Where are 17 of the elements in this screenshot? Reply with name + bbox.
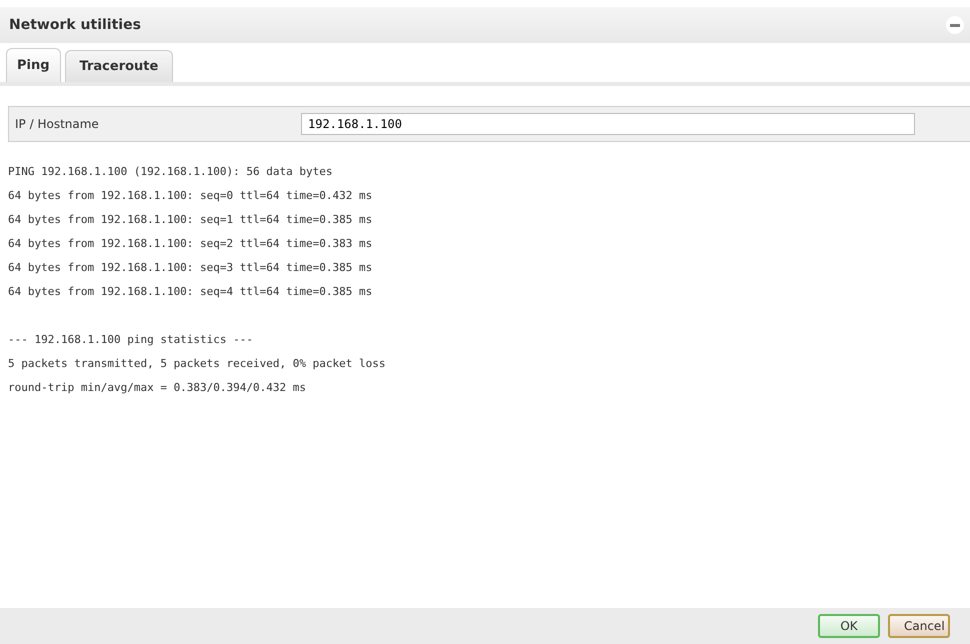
output-line: 64 bytes from 192.168.1.100: seq=0 ttl=64 time=0.432 ms <box>8 188 374 204</box>
output-line: 64 bytes from 192.168.1.100: seq=3 ttl=64 time=0.385 ms <box>8 260 374 276</box>
output-line: 64 bytes from 192.168.1.100: seq=2 ttl=64 time=0.383 ms <box>8 236 374 252</box>
tab[interactable]: Traceroute <box>64 50 174 82</box>
tab[interactable]: Ping <box>6 48 61 82</box>
ok-button[interactable]: OK <box>818 614 880 638</box>
output-line: --- 192.168.1.100 ping statistics --- <box>8 332 254 348</box>
window-title: Network utilities <box>9 17 142 33</box>
cancel-button[interactable]: Cancel <box>888 614 950 638</box>
output-line: PING 192.168.1.100 (192.168.1.100): 56 data bytes <box>8 164 334 180</box>
hostname-field[interactable]: 192.168.1.100 <box>301 113 915 135</box>
output-line: round-trip min/avg/max = 0.383/0.394/0.432 ms <box>8 380 308 396</box>
output-line: 5 packets transmitted, 5 packets received, 0% packet loss <box>8 356 386 372</box>
field-label: IP / Hostname <box>15 117 100 131</box>
minimize-icon[interactable] <box>946 16 964 34</box>
output-line: 64 bytes from 192.168.1.100: seq=1 ttl=64 time=0.385 ms <box>8 212 374 228</box>
output-line: 64 bytes from 192.168.1.100: seq=4 ttl=64 time=0.385 ms <box>8 284 374 300</box>
